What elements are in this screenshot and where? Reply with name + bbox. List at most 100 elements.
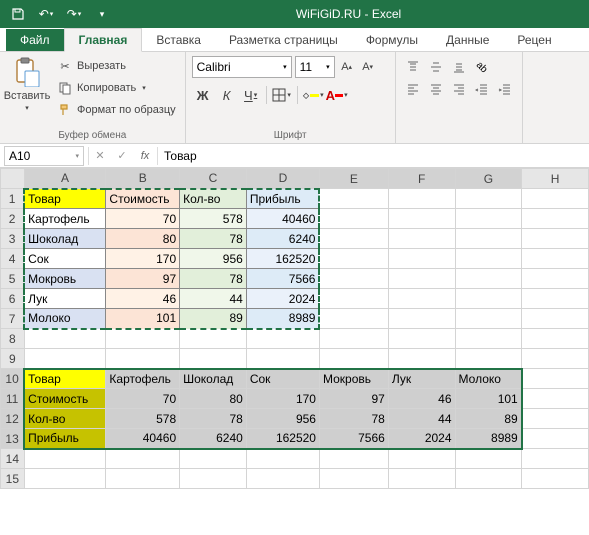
cell-A14[interactable]	[24, 449, 106, 469]
cell-C13[interactable]: 6240	[180, 429, 247, 449]
align-middle-button[interactable]	[425, 56, 447, 78]
cell-G6[interactable]	[455, 289, 522, 309]
row-header-10[interactable]: 10	[1, 369, 25, 389]
cell-H11[interactable]	[522, 389, 589, 409]
orientation-button[interactable]: ab	[471, 56, 493, 78]
name-box[interactable]: A10▾	[4, 146, 84, 166]
cell-H4[interactable]	[522, 249, 589, 269]
cell-E5[interactable]	[319, 269, 388, 289]
tab-review[interactable]: Рецен	[503, 29, 565, 51]
enter-formula-button[interactable]: ✓	[111, 146, 133, 166]
undo-icon[interactable]: ↶▾	[34, 3, 58, 25]
col-header-F[interactable]: F	[388, 169, 455, 189]
cell-E9[interactable]	[319, 349, 388, 369]
cell-H10[interactable]	[522, 369, 589, 389]
cell-D5[interactable]: 7566	[246, 269, 319, 289]
cell-A4[interactable]: Сок	[24, 249, 106, 269]
cell-A11[interactable]: Стоимость	[24, 389, 106, 409]
cell-F5[interactable]	[388, 269, 455, 289]
row-header-13[interactable]: 13	[1, 429, 25, 449]
cell-G4[interactable]	[455, 249, 522, 269]
col-header-B[interactable]: B	[106, 169, 180, 189]
cell-D9[interactable]	[246, 349, 319, 369]
cell-B11[interactable]: 70	[106, 389, 180, 409]
cell-D13[interactable]: 162520	[246, 429, 319, 449]
cell-E12[interactable]: 78	[319, 409, 388, 429]
cell-A5[interactable]: Мокровь	[24, 269, 106, 289]
cell-D3[interactable]: 6240	[246, 229, 319, 249]
cell-F6[interactable]	[388, 289, 455, 309]
cell-A6[interactable]: Лук	[24, 289, 106, 309]
cell-G12[interactable]: 89	[455, 409, 522, 429]
qat-customize-icon[interactable]: ▾	[90, 3, 114, 25]
col-header-C[interactable]: C	[180, 169, 247, 189]
cell-G5[interactable]	[455, 269, 522, 289]
cell-B6[interactable]: 46	[106, 289, 180, 309]
tab-data[interactable]: Данные	[432, 29, 503, 51]
cell-B15[interactable]	[106, 469, 180, 489]
cell-E11[interactable]: 97	[319, 389, 388, 409]
cell-A1[interactable]: Товар	[24, 189, 106, 209]
cell-G10[interactable]: Молоко	[455, 369, 522, 389]
cell-F3[interactable]	[388, 229, 455, 249]
cell-F12[interactable]: 44	[388, 409, 455, 429]
row-header-11[interactable]: 11	[1, 389, 25, 409]
cell-B3[interactable]: 80	[106, 229, 180, 249]
cell-H1[interactable]	[522, 189, 589, 209]
cell-B8[interactable]	[106, 329, 180, 349]
cell-F2[interactable]	[388, 209, 455, 229]
cell-F9[interactable]	[388, 349, 455, 369]
cell-F7[interactable]	[388, 309, 455, 329]
cell-A10[interactable]: Товар	[24, 369, 106, 389]
cell-C12[interactable]: 78	[180, 409, 247, 429]
cut-button[interactable]: ✂Вырезать	[54, 56, 179, 76]
cell-G13[interactable]: 8989	[455, 429, 522, 449]
cell-H3[interactable]	[522, 229, 589, 249]
cell-E13[interactable]: 7566	[319, 429, 388, 449]
copy-button[interactable]: Копировать▾	[54, 78, 179, 98]
align-right-button[interactable]	[448, 78, 470, 100]
cell-D4[interactable]: 162520	[246, 249, 319, 269]
spreadsheet-grid[interactable]: ABCDEFGH1ТоварСтоимостьКол-воПрибыль2Кар…	[0, 168, 589, 489]
cell-G8[interactable]	[455, 329, 522, 349]
cell-H5[interactable]	[522, 269, 589, 289]
cell-D10[interactable]: Сок	[246, 369, 319, 389]
cell-G3[interactable]	[455, 229, 522, 249]
cell-G2[interactable]	[455, 209, 522, 229]
tab-formulas[interactable]: Формулы	[352, 29, 432, 51]
cell-H7[interactable]	[522, 309, 589, 329]
cell-E8[interactable]	[319, 329, 388, 349]
redo-icon[interactable]: ↷▾	[62, 3, 86, 25]
cell-C14[interactable]	[180, 449, 247, 469]
italic-button[interactable]: К	[216, 84, 238, 106]
cell-G1[interactable]	[455, 189, 522, 209]
cell-A8[interactable]	[24, 329, 106, 349]
row-header-3[interactable]: 3	[1, 229, 25, 249]
col-header-D[interactable]: D	[246, 169, 319, 189]
paste-button[interactable]: Вставить ▾	[6, 56, 48, 128]
borders-button[interactable]: ▾	[271, 84, 293, 106]
cell-B5[interactable]: 97	[106, 269, 180, 289]
tab-home[interactable]: Главная	[64, 28, 143, 52]
align-center-button[interactable]	[425, 78, 447, 100]
cell-F15[interactable]	[388, 469, 455, 489]
increase-indent-button[interactable]	[494, 78, 516, 100]
cell-H8[interactable]	[522, 329, 589, 349]
cell-F8[interactable]	[388, 329, 455, 349]
cell-D11[interactable]: 170	[246, 389, 319, 409]
tab-layout[interactable]: Разметка страницы	[215, 29, 352, 51]
cell-E10[interactable]: Мокровь	[319, 369, 388, 389]
cell-H6[interactable]	[522, 289, 589, 309]
cell-D7[interactable]: 8989	[246, 309, 319, 329]
cell-D12[interactable]: 956	[246, 409, 319, 429]
cell-C1[interactable]: Кол-во	[180, 189, 247, 209]
cell-H14[interactable]	[522, 449, 589, 469]
cell-B13[interactable]: 40460	[106, 429, 180, 449]
cell-A9[interactable]	[24, 349, 106, 369]
cell-D6[interactable]: 2024	[246, 289, 319, 309]
cell-G11[interactable]: 101	[455, 389, 522, 409]
align-bottom-button[interactable]	[448, 56, 470, 78]
cell-C6[interactable]: 44	[180, 289, 247, 309]
row-header-8[interactable]: 8	[1, 329, 25, 349]
row-header-7[interactable]: 7	[1, 309, 25, 329]
